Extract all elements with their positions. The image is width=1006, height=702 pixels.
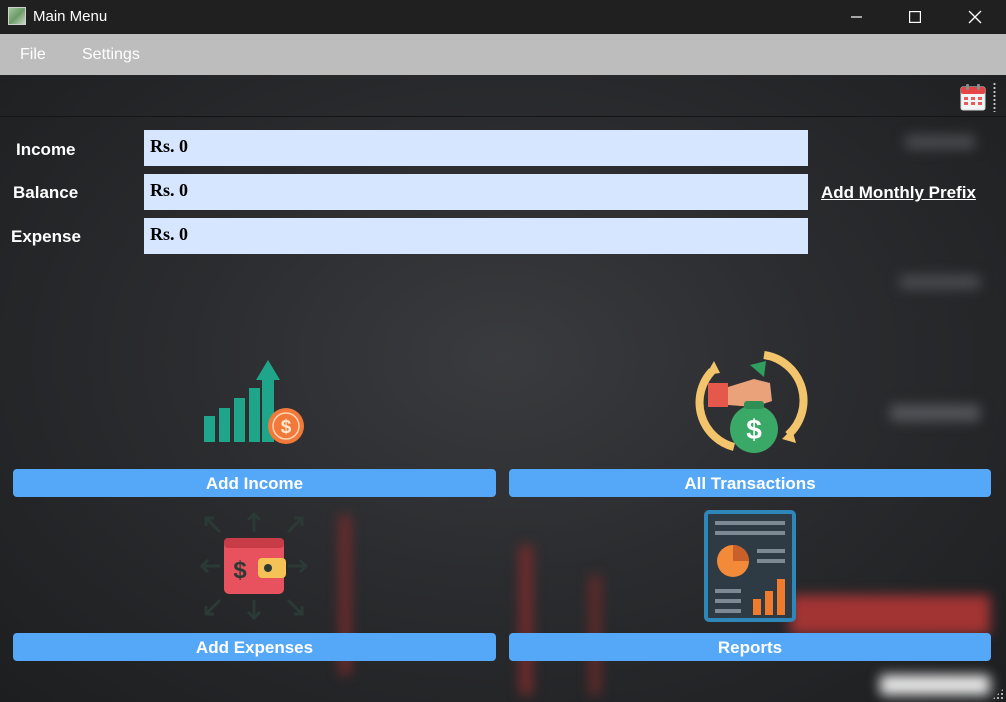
menu-bar: File Settings (0, 34, 1006, 75)
background-decoration (880, 675, 990, 695)
add-expenses-button[interactable]: Add Expenses (13, 633, 496, 661)
expenses-wallet-icon: $ (199, 511, 309, 621)
toolbar-grip[interactable] (993, 82, 996, 112)
maximize-icon (909, 11, 921, 23)
background-decoration (900, 275, 980, 289)
all-transactions-button[interactable]: All Transactions (509, 469, 991, 497)
minimize-icon (851, 16, 862, 18)
menu-file[interactable]: File (20, 46, 46, 64)
svg-text:$: $ (281, 417, 292, 438)
add-income-button[interactable]: Add Income (13, 469, 496, 497)
background-decoration (790, 595, 990, 635)
expense-field[interactable]: Rs. 0 (144, 218, 808, 254)
svg-text:$: $ (233, 557, 247, 584)
background-decoration (890, 405, 980, 421)
maximize-button[interactable] (886, 0, 944, 34)
add-monthly-prefix-link[interactable]: Add Monthly Prefix (821, 183, 976, 203)
background-decoration (905, 135, 975, 149)
income-growth-icon: $ (204, 360, 304, 444)
resize-grip[interactable] (992, 688, 1004, 700)
minimize-button[interactable] (828, 0, 886, 34)
app-icon (8, 7, 26, 25)
calendar-icon[interactable] (960, 83, 986, 111)
income-field[interactable]: Rs. 0 (144, 130, 808, 166)
menu-settings[interactable]: Settings (82, 46, 140, 64)
reports-button[interactable]: Reports (509, 633, 991, 661)
window-title: Main Menu (33, 8, 108, 25)
expense-label: Expense (11, 227, 81, 246)
income-label: Income (16, 140, 76, 159)
title-bar: Main Menu (0, 0, 1006, 34)
main-menu-window: Main Menu File Settings Income Rs. 0 Bal… (0, 0, 1006, 702)
transactions-cycle-icon: $ (695, 351, 808, 453)
balance-label: Balance (13, 183, 79, 202)
main-content: Income Rs. 0 Balance Rs. 0 Add Monthly P… (0, 75, 1006, 702)
close-button[interactable] (946, 0, 1004, 34)
background-decoration (520, 545, 532, 695)
balance-field[interactable]: Rs. 0 (144, 174, 808, 210)
close-icon (968, 10, 982, 24)
reports-document-icon (704, 510, 796, 622)
svg-text:$: $ (746, 414, 762, 445)
toolbar (0, 75, 1006, 117)
